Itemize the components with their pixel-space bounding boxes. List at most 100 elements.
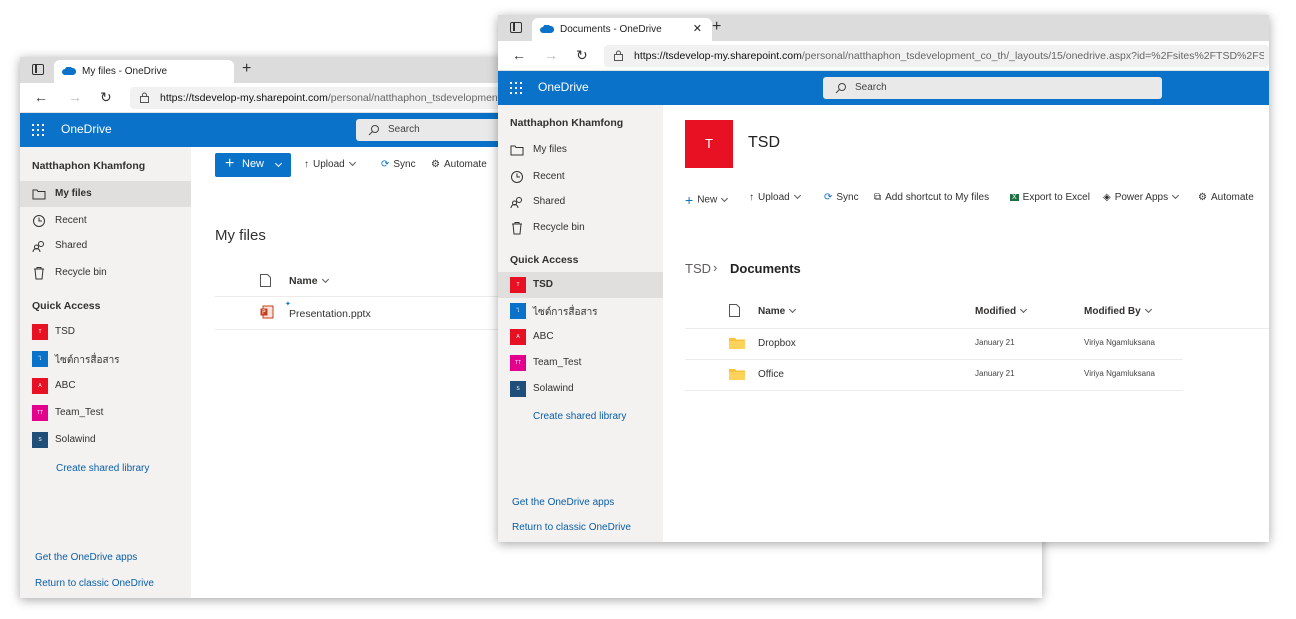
- create-shared-library-link[interactable]: Create shared library: [56, 463, 149, 474]
- new-file-sparkle-icon: ✦: [285, 301, 291, 308]
- quick-access-solawind[interactable]: S Solawind: [498, 376, 663, 402]
- app-launcher-icon[interactable]: [32, 124, 44, 136]
- site-logo: ไ: [510, 303, 526, 319]
- folder-name[interactable]: Dropbox: [758, 338, 796, 349]
- sync-icon: ⟳: [381, 159, 390, 170]
- new-button[interactable]: + New: [215, 153, 291, 177]
- recycle-bin-icon: [512, 222, 522, 235]
- file-type-icon: [260, 274, 271, 287]
- back-arrow-icon[interactable]: ←: [512, 47, 526, 63]
- lock-icon: [614, 50, 623, 61]
- divider: [215, 296, 515, 297]
- url-field[interactable]: https://tsdevelop-my.sharepoint.com/pers…: [130, 87, 540, 109]
- address-bar-row: ← → ↻ https://tsdevelop-my.sharepoint.co…: [498, 41, 1269, 71]
- power-apps-button[interactable]: ◈ Power Apps: [1103, 192, 1180, 203]
- new-tab-button[interactable]: +: [712, 18, 721, 36]
- quick-access-solawind[interactable]: S Solawind: [20, 427, 191, 453]
- nav-recent[interactable]: Recent: [498, 164, 663, 190]
- onedrive-cloud-icon: [540, 25, 554, 33]
- search-placeholder: Search: [855, 82, 887, 93]
- front-browser-window: Documents - OneDrive ✕ + ← → ↻ https://t…: [498, 15, 1269, 542]
- get-apps-link[interactable]: Get the OneDrive apps: [35, 552, 137, 563]
- site-title[interactable]: TSD: [748, 134, 780, 152]
- automate-button[interactable]: ⚙ Automate: [431, 159, 487, 170]
- nav-recycle-bin[interactable]: Recycle bin: [20, 260, 191, 286]
- site-logo: T: [510, 277, 526, 293]
- url-field[interactable]: https://tsdevelop-my.sharepoint.com/pers…: [604, 45, 1269, 67]
- quick-access-communication-site[interactable]: ไ ไซต์การสื่อสาร: [498, 298, 663, 324]
- refresh-icon[interactable]: ↻: [576, 47, 588, 64]
- upload-button[interactable]: ↑ Upload: [304, 159, 356, 170]
- lock-icon: [140, 92, 149, 103]
- recycle-bin-icon: [34, 267, 44, 280]
- chevron-down-icon: [274, 159, 283, 168]
- browser-tab[interactable]: My files - OneDrive: [54, 60, 234, 83]
- nav-shared[interactable]: Shared: [498, 189, 663, 215]
- divider: [685, 328, 1269, 329]
- user-name: Natthaphon Khamfong: [32, 160, 146, 172]
- refresh-icon[interactable]: ↻: [100, 89, 112, 106]
- export-excel-button[interactable]: X Export to Excel: [1010, 192, 1090, 203]
- search-icon: [835, 83, 846, 94]
- app-launcher-icon[interactable]: [510, 82, 522, 94]
- new-button[interactable]: + New: [685, 192, 729, 208]
- svg-text:P: P: [262, 309, 266, 316]
- divider: [685, 390, 1183, 391]
- tab-actions-icon[interactable]: [32, 64, 44, 75]
- browser-tab[interactable]: Documents - OneDrive ✕: [532, 18, 712, 41]
- brand-title[interactable]: OneDrive: [61, 122, 112, 136]
- url-text: https://tsdevelop-my.sharepoint.com/pers…: [634, 50, 1264, 62]
- divider: [215, 329, 515, 330]
- classic-onedrive-link[interactable]: Return to classic OneDrive: [35, 578, 154, 589]
- get-apps-link[interactable]: Get the OneDrive apps: [512, 497, 614, 508]
- upload-icon: ↑: [749, 192, 754, 203]
- forward-arrow-icon[interactable]: →: [68, 89, 82, 105]
- clock-icon: [33, 215, 45, 227]
- quick-access-tsd[interactable]: T TSD: [20, 319, 191, 345]
- classic-onedrive-link[interactable]: Return to classic OneDrive: [512, 522, 631, 533]
- folder-name[interactable]: Office: [758, 369, 784, 380]
- search-icon: [368, 125, 379, 136]
- nav-shared[interactable]: Shared: [20, 233, 191, 259]
- modified-date: January 21: [975, 369, 1015, 378]
- divider: [685, 359, 1183, 360]
- close-tab-icon[interactable]: ✕: [693, 22, 702, 35]
- quick-access-abc[interactable]: A ABC: [498, 324, 663, 350]
- quick-access-abc[interactable]: A ABC: [20, 373, 191, 399]
- quick-access-tsd[interactable]: T TSD: [498, 272, 663, 298]
- excel-icon: X: [1010, 193, 1019, 201]
- quick-access-team-test[interactable]: TT Team_Test: [498, 350, 663, 376]
- search-box[interactable]: Search: [823, 77, 1162, 99]
- forward-arrow-icon[interactable]: →: [544, 47, 558, 63]
- sync-icon: ⟳: [824, 192, 833, 203]
- left-navigation: Natthaphon Khamfong My files Recent Shar…: [498, 105, 663, 542]
- brand-title[interactable]: OneDrive: [538, 80, 589, 94]
- site-logo: S: [32, 432, 48, 448]
- folder-icon: [32, 189, 46, 200]
- new-tab-button[interactable]: +: [242, 60, 251, 78]
- nav-my-files[interactable]: My files: [20, 181, 191, 207]
- modified-column-header[interactable]: Modified: [975, 305, 1028, 317]
- nav-my-files[interactable]: My files: [498, 137, 663, 163]
- quick-access-communication-site[interactable]: ไ ไซต์การสื่อสาร: [20, 346, 191, 372]
- quick-access-team-test[interactable]: TT Team_Test: [20, 400, 191, 426]
- back-arrow-icon[interactable]: ←: [34, 89, 48, 105]
- breadcrumb-root[interactable]: TSD: [685, 261, 711, 276]
- people-icon: [32, 241, 44, 253]
- modified-by-column-header[interactable]: Modified By: [1084, 305, 1152, 317]
- site-logo: S: [510, 381, 526, 397]
- nav-recent[interactable]: Recent: [20, 208, 191, 234]
- create-shared-library-link[interactable]: Create shared library: [533, 411, 626, 422]
- name-column-header[interactable]: Name: [289, 275, 329, 287]
- sync-button[interactable]: ⟳ Sync: [824, 192, 859, 203]
- nav-recycle-bin[interactable]: Recycle bin: [498, 215, 663, 241]
- file-name[interactable]: Presentation.pptx: [289, 308, 371, 320]
- plus-icon: +: [225, 155, 235, 172]
- upload-button[interactable]: ↑ Upload: [749, 192, 801, 203]
- modified-date: January 21: [975, 338, 1015, 347]
- sync-button[interactable]: ⟳ Sync: [381, 159, 416, 170]
- add-shortcut-button[interactable]: ⧉ Add shortcut to My files: [874, 192, 989, 203]
- automate-button[interactable]: ⚙ Automate: [1198, 192, 1254, 203]
- name-column-header[interactable]: Name: [758, 305, 797, 317]
- tab-actions-icon[interactable]: [510, 22, 522, 33]
